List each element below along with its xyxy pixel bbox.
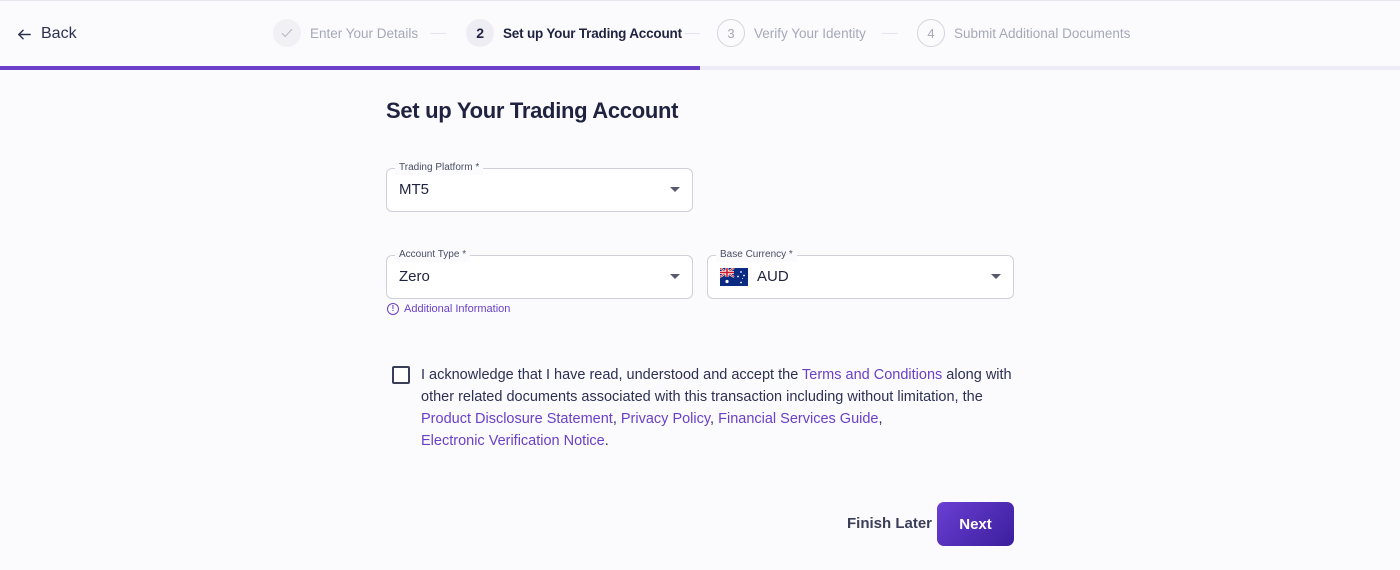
- terms-and-conditions-link[interactable]: Terms and Conditions: [802, 367, 942, 383]
- finish-later-button[interactable]: Finish Later: [847, 515, 932, 532]
- trading-platform-select[interactable]: Trading Platform * MT5: [386, 161, 693, 212]
- step-label: Verify Your Identity: [754, 25, 866, 41]
- next-button[interactable]: Next: [937, 502, 1014, 546]
- back-label: Back: [41, 25, 77, 42]
- account-type-select[interactable]: Account Type * Zero: [386, 248, 693, 299]
- page-title: Set up Your Trading Account: [386, 98, 679, 123]
- step-label: Submit Additional Documents: [954, 25, 1131, 41]
- step-connector: [882, 33, 898, 34]
- chevron-down-icon: [670, 187, 680, 192]
- step-verify-identity: 3 Verify Your Identity: [717, 18, 866, 48]
- ack-end: .: [604, 433, 609, 449]
- ack-separator: ,: [612, 411, 621, 427]
- chevron-down-icon: [670, 274, 680, 279]
- arrow-left-icon: [18, 29, 31, 39]
- additional-information-label: Additional Information: [404, 303, 511, 315]
- header: Back Enter Your Details 2 Set up Your Tr…: [0, 0, 1400, 70]
- acknowledgement-text: I acknowledge that I have read, understo…: [421, 364, 1021, 452]
- product-disclosure-statement-link[interactable]: Product Disclosure Statement: [421, 411, 613, 427]
- step-number: 2: [466, 19, 494, 47]
- step-trading-account: 2 Set up Your Trading Account: [466, 18, 682, 48]
- base-currency-value: AUD: [757, 268, 789, 285]
- financial-services-guide-link[interactable]: Financial Services Guide: [718, 411, 878, 427]
- step-number: 3: [717, 19, 745, 47]
- trading-platform-value: MT5: [399, 181, 429, 198]
- account-type-label: Account Type *: [395, 248, 471, 262]
- additional-information-link[interactable]: ! Additional Information: [387, 303, 510, 315]
- step-enter-details: Enter Your Details: [273, 18, 418, 48]
- chevron-down-icon: [991, 274, 1001, 279]
- privacy-policy-link[interactable]: Privacy Policy: [621, 411, 710, 427]
- account-type-value: Zero: [399, 268, 430, 285]
- step-label: Enter Your Details: [310, 25, 419, 41]
- step-label: Set up Your Trading Account: [503, 25, 682, 41]
- australia-flag-icon: [720, 268, 748, 286]
- info-icon: !: [387, 303, 399, 315]
- base-currency-select[interactable]: Base Currency * AUD: [707, 248, 1014, 299]
- electronic-verification-notice-link[interactable]: Electronic Verification Notice: [421, 433, 605, 449]
- progress-fill: [0, 66, 700, 70]
- step-connector: [684, 33, 700, 34]
- step-connector: [430, 33, 446, 34]
- step-number: 4: [917, 19, 945, 47]
- back-button[interactable]: Back: [16, 23, 77, 45]
- step-submit-documents: 4 Submit Additional Documents: [917, 18, 1130, 48]
- ack-separator: ,: [878, 411, 883, 427]
- trading-platform-label: Trading Platform *: [395, 161, 484, 175]
- terms-checkbox[interactable]: [392, 366, 410, 384]
- ack-separator: ,: [710, 411, 719, 427]
- check-icon: [281, 28, 293, 38]
- step-done-circle: [273, 19, 301, 47]
- progress-bar: [0, 66, 1400, 70]
- ack-text: I acknowledge that I have read, understo…: [421, 367, 803, 383]
- base-currency-label: Base Currency *: [716, 248, 797, 262]
